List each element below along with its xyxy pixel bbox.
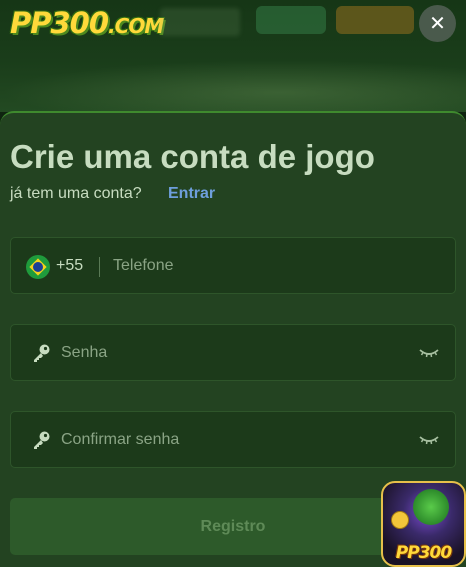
dragon-icon [413, 489, 449, 525]
app-promo-badge[interactable]: PP300 [381, 481, 466, 567]
background-login-button [256, 6, 326, 34]
background-site-header: PP300.COM [0, 0, 466, 112]
confirm-password-input[interactable] [61, 412, 401, 467]
key-icon [34, 431, 50, 449]
login-link[interactable]: Entrar [168, 185, 215, 203]
password-input[interactable] [61, 325, 401, 380]
modal-subtitle: já tem uma conta? [10, 185, 142, 202]
eye-closed-icon[interactable] [419, 433, 439, 447]
phone-input[interactable] [113, 238, 443, 293]
dial-code[interactable]: +55 [56, 257, 83, 275]
coin-icon [391, 511, 409, 529]
field-divider [99, 257, 100, 277]
logo-suffix: .COM [108, 14, 164, 38]
modal-title: Crie uma conta de jogo [10, 138, 375, 175]
background-banner [0, 60, 466, 112]
close-button[interactable]: ✕ [419, 5, 456, 42]
app-badge-label: PP300 [395, 543, 452, 563]
key-icon [34, 344, 50, 362]
logo-text: PP300 [10, 6, 109, 40]
password-field[interactable] [10, 324, 456, 381]
eye-closed-icon[interactable] [419, 346, 439, 360]
background-logo [160, 8, 240, 36]
phone-field[interactable]: +55 [10, 237, 456, 294]
site-logo: PP300.COM [10, 6, 164, 40]
brazil-flag-icon [26, 255, 50, 279]
close-icon: ✕ [429, 13, 446, 35]
confirm-password-field[interactable] [10, 411, 456, 468]
background-register-button [336, 6, 414, 34]
register-button-label: Registro [200, 517, 266, 535]
